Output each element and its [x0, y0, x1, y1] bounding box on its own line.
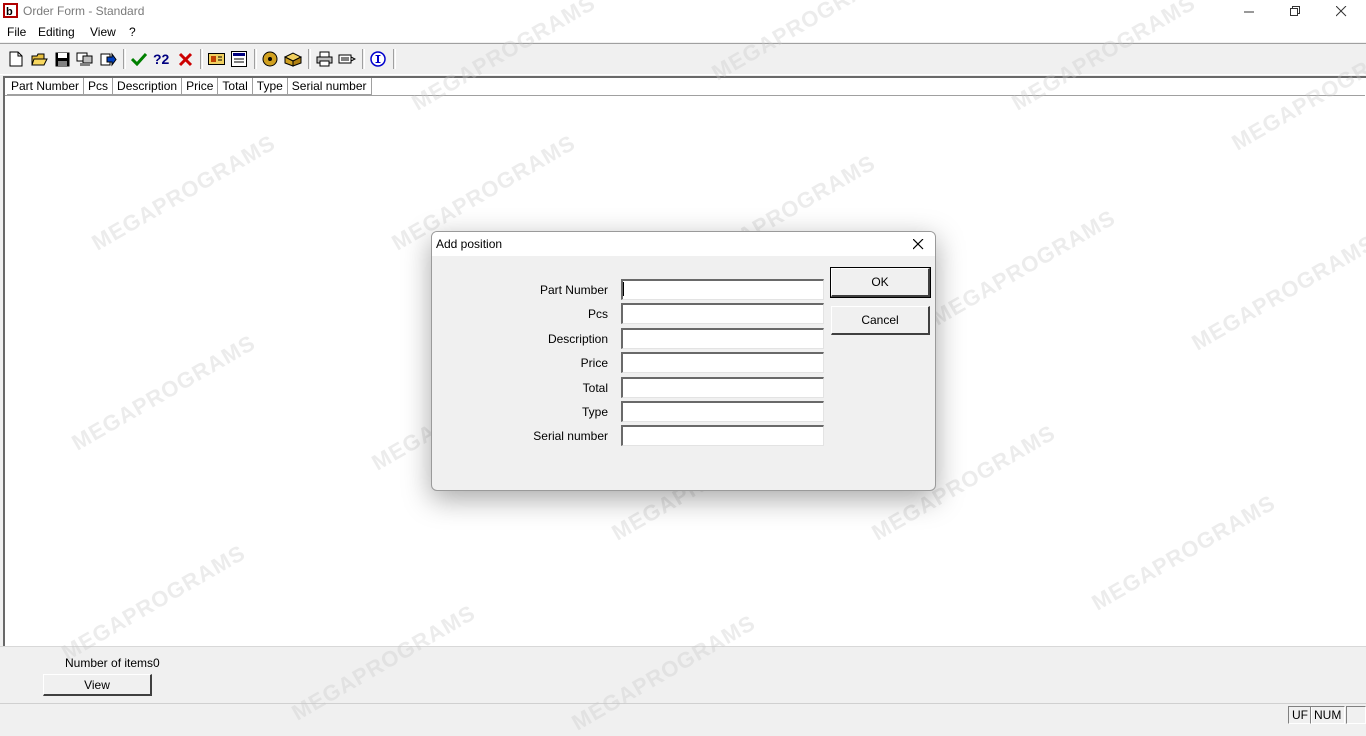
info-icon[interactable]	[368, 49, 388, 69]
dialog-title: Add position	[436, 237, 503, 251]
toolbar-separator	[123, 49, 126, 69]
description-input[interactable]	[621, 328, 824, 349]
header-divider	[5, 95, 1365, 96]
delete-x-icon[interactable]	[175, 49, 195, 69]
restore-icon[interactable]	[1272, 0, 1318, 22]
status-bar: UF NUM	[0, 703, 1366, 724]
items-count-value: 0	[153, 656, 160, 670]
renumber-icon[interactable]: ?2	[152, 49, 172, 69]
status-num: NUM	[1310, 706, 1346, 724]
status-uf: UF	[1288, 706, 1312, 724]
column-price[interactable]: Price	[182, 78, 219, 95]
column-type[interactable]: Type	[252, 78, 288, 95]
column-part-number[interactable]: Part Number	[7, 78, 85, 95]
toolbar-separator	[393, 49, 396, 69]
price-label: Price	[580, 356, 608, 370]
description-label: Description	[547, 332, 608, 346]
type-input[interactable]	[621, 401, 824, 422]
form-icon[interactable]	[229, 49, 249, 69]
toolbar: ?2	[0, 43, 1366, 75]
toolbar-separator	[308, 49, 311, 69]
close-icon[interactable]	[1318, 0, 1364, 22]
pcs-label: Pcs	[587, 307, 608, 321]
part-number-label: Part Number	[539, 283, 608, 297]
print-preview-icon[interactable]	[337, 49, 357, 69]
pcs-input[interactable]	[621, 303, 824, 324]
view-button[interactable]: View	[43, 674, 152, 696]
svg-text:?2: ?2	[153, 51, 170, 67]
export-arrow-icon[interactable]	[98, 49, 118, 69]
bottom-panel: Number of items 0 View	[0, 646, 1366, 703]
toolbar-separator	[200, 49, 203, 69]
column-description[interactable]: Description	[113, 78, 183, 95]
title-bar: b Order Form - Standard	[0, 0, 1366, 22]
toolbar-separator	[254, 49, 257, 69]
total-input[interactable]	[621, 377, 824, 398]
printer-icon[interactable]	[314, 49, 334, 69]
column-serial-number[interactable]: Serial number	[287, 78, 372, 95]
card-icon[interactable]	[206, 49, 226, 69]
column-pcs[interactable]: Pcs	[84, 78, 114, 95]
toolbar-separator	[362, 49, 365, 69]
new-document-icon[interactable]	[6, 49, 26, 69]
cancel-button[interactable]: Cancel	[831, 306, 930, 335]
add-position-dialog: Add position Part Number Pcs Description…	[431, 231, 936, 491]
dialog-title-bar: Add position	[432, 232, 935, 256]
menu-file[interactable]: File	[7, 25, 26, 39]
serial-number-input[interactable]	[621, 425, 824, 446]
menu-editing[interactable]: Editing	[38, 25, 75, 39]
open-folder-icon[interactable]	[29, 49, 49, 69]
ok-button[interactable]: OK	[830, 267, 931, 298]
package-icon[interactable]	[283, 49, 303, 69]
items-count-label: Number of items	[65, 656, 154, 670]
menu-view[interactable]: View	[90, 25, 116, 39]
disk-icon[interactable]	[260, 49, 280, 69]
svg-text:b: b	[6, 6, 13, 18]
checkmark-icon[interactable]	[129, 49, 149, 69]
column-total[interactable]: Total	[218, 78, 253, 95]
window-title: Order Form - Standard	[23, 4, 145, 18]
close-icon[interactable]	[906, 234, 930, 254]
minimize-icon[interactable]	[1226, 0, 1272, 22]
part-number-input[interactable]	[621, 279, 824, 300]
total-label: Total	[582, 381, 608, 395]
save-icon[interactable]	[52, 49, 72, 69]
type-label: Type	[581, 405, 608, 419]
status-empty	[1346, 706, 1366, 724]
app-icon: b	[3, 3, 18, 18]
menu-bar: File Editing View ?	[0, 22, 1366, 42]
list-header: Part Number Pcs Description Price Total …	[7, 78, 372, 95]
computer-icon[interactable]	[75, 49, 95, 69]
serial-number-label: Serial number	[533, 429, 608, 443]
text-caret	[623, 282, 624, 296]
menu-help[interactable]: ?	[129, 25, 136, 39]
price-input[interactable]	[621, 352, 824, 373]
